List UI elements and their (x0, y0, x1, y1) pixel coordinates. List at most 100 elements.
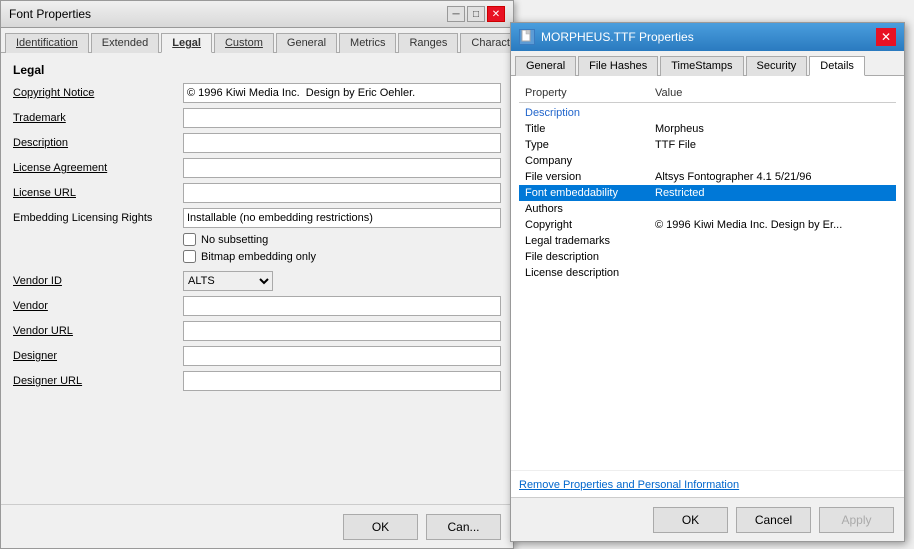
props-tab-security[interactable]: Security (746, 56, 808, 76)
description-input[interactable] (183, 133, 501, 153)
table-row: Company (519, 153, 896, 169)
license-agreement-input[interactable] (183, 158, 501, 178)
props-bottom-bar: OK Cancel Apply (511, 497, 904, 541)
props-apply-button[interactable]: Apply (819, 507, 894, 533)
section-description: Description (519, 103, 896, 122)
description-row: Description (13, 133, 501, 153)
props-cancel-button[interactable]: Cancel (736, 507, 811, 533)
close-button[interactable]: ✕ (487, 6, 505, 22)
tab-identification[interactable]: Identification (5, 33, 89, 53)
col-value-header: Value (649, 84, 896, 103)
props-details-content: Property Value Description Title Morpheu… (511, 76, 904, 490)
vendor-section: Vendor ID ALTS Vendor Vendor URL Designe… (13, 271, 501, 391)
props-tab-general[interactable]: General (515, 56, 576, 76)
trademark-label: Trademark (13, 112, 183, 124)
designer-url-label: Designer URL (13, 375, 183, 387)
main-tab-bar: Identification Extended Legal Custom Gen… (1, 28, 513, 53)
no-subsetting-checkbox[interactable] (183, 233, 196, 246)
license-agreement-row: License Agreement (13, 158, 501, 178)
main-bottom-bar: OK Can... (1, 504, 513, 548)
designer-url-input[interactable] (183, 371, 501, 391)
prop-type-value: TTF File (649, 137, 896, 153)
table-row: File description (519, 249, 896, 265)
embedding-label: Embedding Licensing Rights (13, 212, 183, 224)
minimize-button[interactable]: ─ (447, 6, 465, 22)
designer-input[interactable] (183, 346, 501, 366)
table-row-highlighted: Font embeddability Restricted (519, 185, 896, 201)
props-tab-file-hashes[interactable]: File Hashes (578, 56, 658, 76)
tab-custom[interactable]: Custom (214, 33, 274, 53)
tab-extended[interactable]: Extended (91, 33, 159, 53)
table-row: Legal trademarks (519, 233, 896, 249)
table-row: Title Morpheus (519, 121, 896, 137)
no-subsetting-row: No subsetting (183, 233, 501, 246)
vendor-row: Vendor (13, 296, 501, 316)
prop-title-label: Title (519, 121, 649, 137)
prop-company-value (649, 153, 896, 169)
table-row: Copyright © 1996 Kiwi Media Inc. Design … (519, 217, 896, 233)
prop-copyright-value: © 1996 Kiwi Media Inc. Design by Er... (649, 217, 896, 233)
designer-url-row: Designer URL (13, 371, 501, 391)
description-label: Description (13, 137, 183, 149)
designer-label: Designer (13, 350, 183, 362)
table-row: Description (519, 103, 896, 122)
prop-embeddability-value: Restricted (649, 185, 896, 201)
designer-row: Designer (13, 346, 501, 366)
copyright-label: Copyright Notice (13, 87, 183, 99)
vendor-url-input[interactable] (183, 321, 501, 341)
prop-file-desc-value (649, 249, 896, 265)
window-title: Font Properties (9, 7, 91, 21)
props-ok-button[interactable]: OK (653, 507, 728, 533)
props-title: MORPHEUS.TTF Properties (541, 30, 876, 44)
prop-embeddability-label: Font embeddability (519, 185, 649, 201)
copyright-input[interactable] (183, 83, 501, 103)
prop-copyright-label: Copyright (519, 217, 649, 233)
tab-metrics[interactable]: Metrics (339, 33, 396, 53)
tab-ranges[interactable]: Ranges (398, 33, 458, 53)
morpheus-properties-window: MORPHEUS.TTF Properties ✕ General File H… (510, 22, 905, 542)
props-tab-details[interactable]: Details (809, 56, 865, 76)
license-url-row: License URL (13, 183, 501, 203)
prop-legal-trademarks-label: Legal trademarks (519, 233, 649, 249)
prop-file-desc-label: File description (519, 249, 649, 265)
trademark-input[interactable] (183, 108, 501, 128)
prop-company-label: Company (519, 153, 649, 169)
prop-type-label: Type (519, 137, 649, 153)
prop-authors-value (649, 201, 896, 217)
prop-license-desc-label: License description (519, 265, 649, 281)
props-tab-bar: General File Hashes TimeStamps Security … (511, 51, 904, 76)
copyright-row: Copyright Notice (13, 83, 501, 103)
vendor-url-row: Vendor URL (13, 321, 501, 341)
prop-license-desc-value (649, 265, 896, 281)
cancel-button[interactable]: Can... (426, 514, 501, 540)
bitmap-embedding-checkbox[interactable] (183, 250, 196, 263)
props-title-bar: MORPHEUS.TTF Properties ✕ (511, 23, 904, 51)
prop-legal-trademarks-value (649, 233, 896, 249)
vendor-input[interactable] (183, 296, 501, 316)
vendor-id-label: Vendor ID (13, 275, 183, 287)
col-property-header: Property (519, 84, 649, 103)
file-icon (519, 29, 535, 45)
section-header: Legal (13, 63, 501, 77)
props-close-button[interactable]: ✕ (876, 28, 896, 46)
font-properties-window: Font Properties ─ □ ✕ Identification Ext… (0, 0, 514, 549)
vendor-url-label: Vendor URL (13, 325, 183, 337)
bitmap-embedding-label: Bitmap embedding only (201, 251, 316, 263)
prop-fileversion-label: File version (519, 169, 649, 185)
vendor-id-dropdown[interactable]: ALTS (183, 271, 273, 291)
vendor-id-row: Vendor ID ALTS (13, 271, 501, 291)
tab-general[interactable]: General (276, 33, 337, 53)
remove-properties-link[interactable]: Remove Properties and Personal Informati… (519, 479, 739, 491)
props-tab-timestamps[interactable]: TimeStamps (660, 56, 743, 76)
maximize-button[interactable]: □ (467, 6, 485, 22)
license-url-input[interactable] (183, 183, 501, 203)
embedding-value: Installable (no embedding restrictions) (183, 208, 501, 228)
ok-button[interactable]: OK (343, 514, 418, 540)
title-bar-controls: ─ □ ✕ (447, 6, 505, 22)
table-row: Authors (519, 201, 896, 217)
table-row: Type TTF File (519, 137, 896, 153)
prop-authors-label: Authors (519, 201, 649, 217)
tab-legal[interactable]: Legal (161, 33, 212, 53)
props-footer: Remove Properties and Personal Informati… (511, 470, 904, 497)
trademark-row: Trademark (13, 108, 501, 128)
